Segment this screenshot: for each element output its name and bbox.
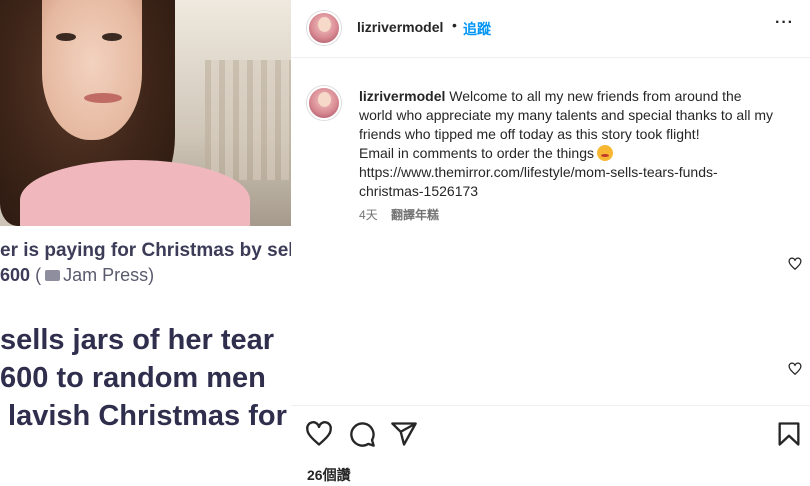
like-count[interactable]: 26個讚	[307, 465, 351, 485]
bookmark-icon[interactable]	[775, 420, 803, 448]
kissing-face-icon	[597, 145, 613, 161]
caption-line: Email in comments to order the things	[359, 145, 594, 161]
headline-line: sells jars of her tear	[0, 324, 275, 356]
article-headline: sells jars of her tear 600 to random men…	[0, 321, 287, 435]
photo-eye-left	[56, 33, 76, 41]
caption-text: lizrivermodel Welcome to all my new frie…	[359, 87, 799, 201]
photo-eye-right	[102, 33, 122, 41]
username-link[interactable]: lizrivermodel	[357, 19, 443, 35]
caption-amount: 600	[0, 265, 31, 285]
post-media[interactable]: er is paying for Christmas by selli 600 …	[0, 0, 291, 486]
separator-dot: •	[452, 17, 457, 33]
timestamp[interactable]: 4天	[359, 208, 378, 222]
caption-line: friends who tipped me off today as this …	[359, 126, 700, 142]
comment-meta: 4天 翻譯年糕	[359, 206, 439, 223]
camera-icon	[45, 269, 61, 281]
article-caption: er is paying for Christmas by selli	[0, 240, 291, 261]
post-actions: 26個讚	[291, 405, 810, 486]
caption-paren: (	[35, 265, 42, 285]
caption-link[interactable]: christmas-1526173	[359, 182, 799, 201]
caption-line: Welcome to all my new friends from aroun…	[449, 88, 742, 104]
comment-like-heart-icon[interactable]	[788, 257, 802, 271]
comment-like-heart-icon[interactable]	[788, 362, 802, 376]
comment-icon[interactable]	[348, 420, 376, 448]
photo-face	[42, 0, 142, 140]
caption-line: world who appreciate my many talents and…	[359, 107, 773, 123]
article-caption-credit: 600 ( Jam Press)	[0, 265, 154, 286]
follow-button[interactable]: 追蹤	[463, 19, 491, 39]
article-screenshot: er is paying for Christmas by selli 600 …	[0, 226, 291, 486]
caption-link[interactable]: https://www.themirror.com/lifestyle/mom-…	[359, 163, 799, 182]
post-header: lizrivermodel • 追蹤 ···	[291, 0, 810, 58]
share-icon[interactable]	[390, 420, 418, 448]
more-options-icon[interactable]: ···	[775, 14, 794, 32]
photo-lips	[84, 93, 122, 103]
caption-credit-text: Jam Press)	[63, 265, 155, 285]
translate-button[interactable]: 翻譯年糕	[391, 208, 439, 222]
avatar[interactable]	[307, 86, 341, 120]
headline-line: 600 to random men	[0, 362, 266, 394]
headline-line: lavish Christmas for	[0, 400, 287, 432]
post-sidebar: lizrivermodel • 追蹤 ··· lizrivermodel Wel…	[291, 0, 810, 486]
comment-username-link[interactable]: lizrivermodel	[359, 88, 445, 104]
heart-icon[interactable]	[305, 420, 333, 448]
avatar[interactable]	[307, 11, 341, 45]
post-photo	[0, 0, 291, 226]
photo-shelf	[205, 60, 291, 180]
